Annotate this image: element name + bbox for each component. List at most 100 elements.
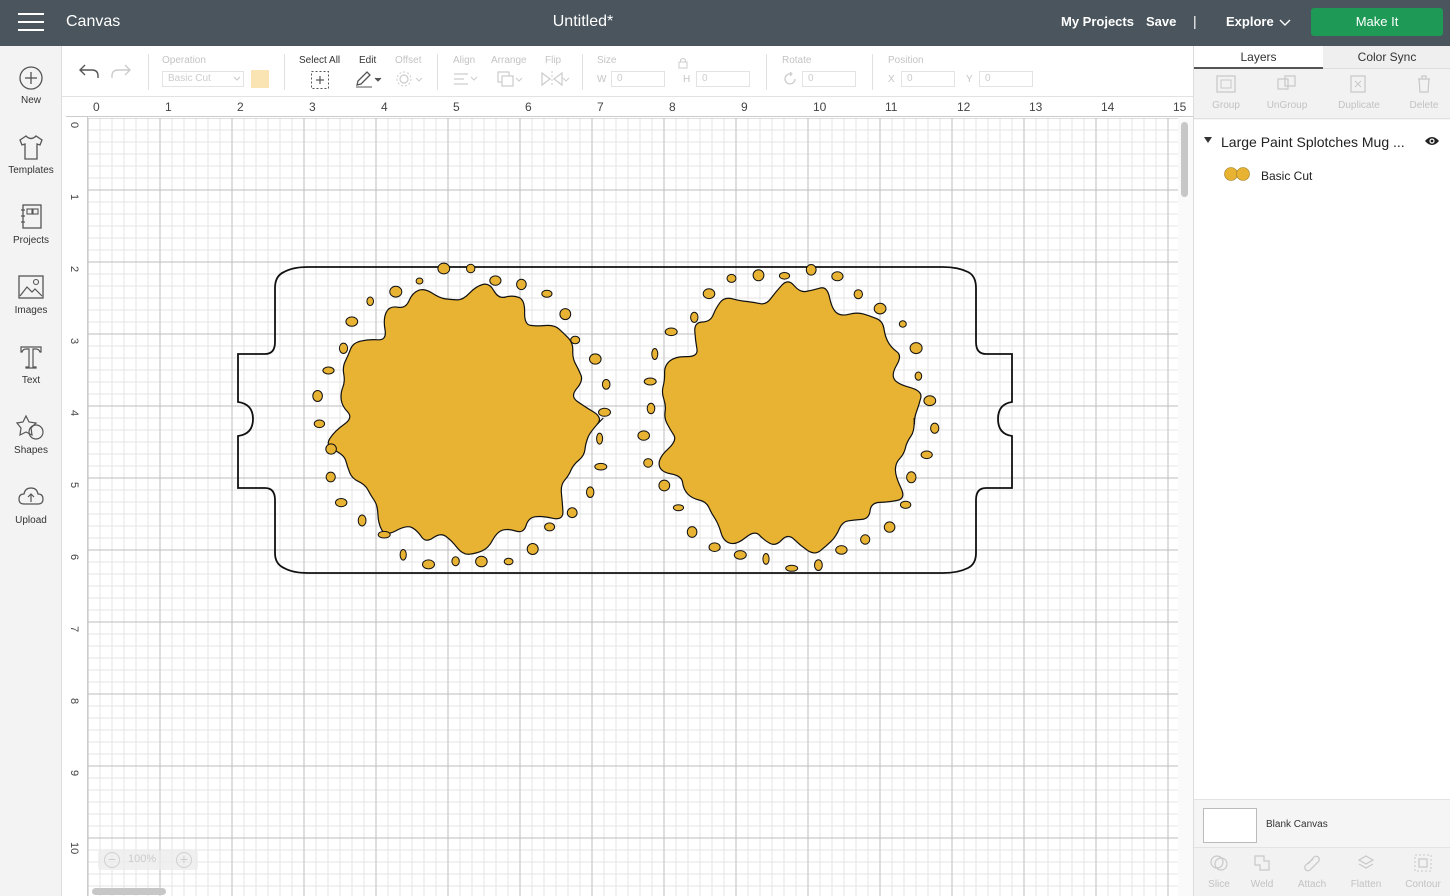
my-projects-link[interactable]: My Projects <box>1061 14 1134 29</box>
blank-canvas-label: Blank Canvas <box>1266 819 1328 830</box>
group-button[interactable]: Group <box>1194 74 1258 111</box>
paint-droplet <box>860 534 871 545</box>
offset-icon[interactable] <box>395 70 423 88</box>
paint-droplet <box>899 500 912 509</box>
blank-canvas-row[interactable]: Blank Canvas <box>1194 799 1450 847</box>
paint-droplet <box>672 504 685 512</box>
sidebar-item-projects[interactable]: Projects <box>0 202 62 262</box>
zoom-in-button[interactable]: + <box>176 852 192 868</box>
redo-icon[interactable] <box>110 62 132 80</box>
align-icon[interactable] <box>453 71 479 87</box>
paint-droplet <box>389 285 403 298</box>
paint-droplet <box>596 432 604 445</box>
sidebar-label-shapes: Shapes <box>14 445 48 456</box>
align-label: Align <box>453 55 476 66</box>
save-button[interactable]: Save <box>1146 14 1176 29</box>
paint-droplet <box>335 498 348 508</box>
explore-dropdown[interactable]: Explore <box>1226 14 1274 29</box>
attach-button[interactable]: Attach <box>1287 853 1337 890</box>
ruler-top-tick: 0 <box>93 100 100 114</box>
position-y-input[interactable]: 0 <box>979 71 1033 87</box>
position-x-input[interactable]: 0 <box>901 71 955 87</box>
undo-icon[interactable] <box>78 62 100 80</box>
canvas-grid[interactable] <box>88 118 1178 896</box>
delete-button[interactable]: Delete <box>1392 74 1450 111</box>
sidebar-item-templates[interactable]: Templates <box>0 132 62 192</box>
sidebar-label-images: Images <box>14 305 48 316</box>
make-it-button[interactable]: Make It <box>1311 8 1443 36</box>
ruler-top-tick: 13 <box>1029 100 1043 114</box>
ruler-left-tick: 10 <box>68 842 80 855</box>
paint-droplet <box>586 486 595 499</box>
panel-tabs: Layers Color Sync <box>1194 46 1450 69</box>
slice-label: Slice <box>1208 879 1230 890</box>
arrange-label: Arrange <box>491 55 527 66</box>
sidebar-item-shapes[interactable]: Shapes <box>0 412 62 472</box>
tab-color-sync[interactable]: Color Sync <box>1323 46 1450 69</box>
chevron-down-icon[interactable] <box>1278 14 1292 30</box>
operation-label: Operation <box>162 55 206 66</box>
zoom-out-button[interactable]: − <box>104 852 120 868</box>
tab-layers[interactable]: Layers <box>1194 46 1323 69</box>
paint-droplet <box>762 553 770 565</box>
paint-droplet <box>686 526 698 538</box>
paint-splotch[interactable] <box>658 281 922 554</box>
ruler-top-tick: 2 <box>237 100 244 114</box>
paint-droplet <box>526 543 539 555</box>
sidebar-item-text[interactable]: Text <box>0 342 62 402</box>
paint-droplet <box>598 407 611 417</box>
ungroup-button[interactable]: UnGroup <box>1255 74 1319 111</box>
paint-droplet <box>831 271 844 282</box>
paint-droplet <box>708 542 721 553</box>
flatten-button[interactable]: Flatten <box>1341 853 1391 890</box>
sidebar-label-templates: Templates <box>8 165 54 176</box>
paint-droplet <box>664 327 678 337</box>
eye-icon[interactable] <box>1424 135 1440 147</box>
paint-droplet <box>322 366 335 375</box>
ruler-left-tick: 9 <box>68 770 80 777</box>
caret-down-icon[interactable] <box>1203 136 1213 144</box>
height-input[interactable]: 0 <box>696 71 750 87</box>
contour-button[interactable]: Contour <box>1398 853 1448 890</box>
layer-row[interactable]: Basic Cut <box>1194 160 1450 190</box>
operation-select[interactable]: Basic Cut <box>162 71 244 87</box>
sidebar-item-upload[interactable]: Upload <box>0 482 62 542</box>
edit-pencil-icon[interactable] <box>354 70 382 88</box>
ruler-left-tick: 0 <box>68 122 80 129</box>
paint-droplet <box>835 545 848 555</box>
sidebar-label-text: Text <box>21 375 41 386</box>
paint-droplet <box>906 471 917 484</box>
flip-icon[interactable] <box>540 70 570 88</box>
zoom-level: 100% <box>128 853 157 865</box>
paint-droplet <box>778 272 791 280</box>
rotate-input[interactable]: 0 <box>802 71 856 87</box>
ruler-top-tick: 8 <box>669 100 676 114</box>
select-all-icon[interactable] <box>310 70 330 90</box>
delete-label: Delete <box>1409 100 1439 111</box>
paint-droplet <box>489 275 502 286</box>
sidebar-label-upload: Upload <box>15 515 47 526</box>
layer-group-row[interactable]: Large Paint Splotches Mug ... <box>1194 126 1450 156</box>
design-canvas[interactable]: 0 1 2 3 4 5 6 7 8 9 10 11 12 13 14 15 0 1 2 3 4 5 6 7 8 9 10 − 10… <box>66 97 1193 896</box>
width-input[interactable]: 0 <box>611 71 665 87</box>
vertical-scroll-thumb[interactable] <box>1181 122 1188 197</box>
ruler-top-tick: 3 <box>309 100 316 114</box>
operation-color-swatch[interactable] <box>251 70 269 88</box>
blank-canvas-swatch[interactable] <box>1203 808 1257 843</box>
layer-group-name: Large Paint Splotches Mug ... <box>1221 134 1405 150</box>
lock-icon[interactable] <box>677 57 689 69</box>
vertical-scrollbar[interactable] <box>1178 118 1193 896</box>
contour-icon <box>1414 854 1432 872</box>
sidebar-item-new[interactable]: New <box>0 64 62 124</box>
sidebar-item-images[interactable]: Images <box>0 272 62 332</box>
weld-button[interactable]: Weld <box>1237 853 1287 890</box>
paint-droplet <box>503 557 514 566</box>
paint-droplet <box>325 443 337 455</box>
paint-droplet <box>338 342 349 355</box>
arrange-icon[interactable] <box>496 70 524 88</box>
ruler-top-tick: 11 <box>885 100 898 114</box>
horizontal-scroll-thumb[interactable] <box>92 888 166 895</box>
topbar-divider: | <box>1193 13 1197 29</box>
duplicate-button[interactable]: Duplicate <box>1327 74 1391 111</box>
attach-label: Attach <box>1297 879 1327 890</box>
